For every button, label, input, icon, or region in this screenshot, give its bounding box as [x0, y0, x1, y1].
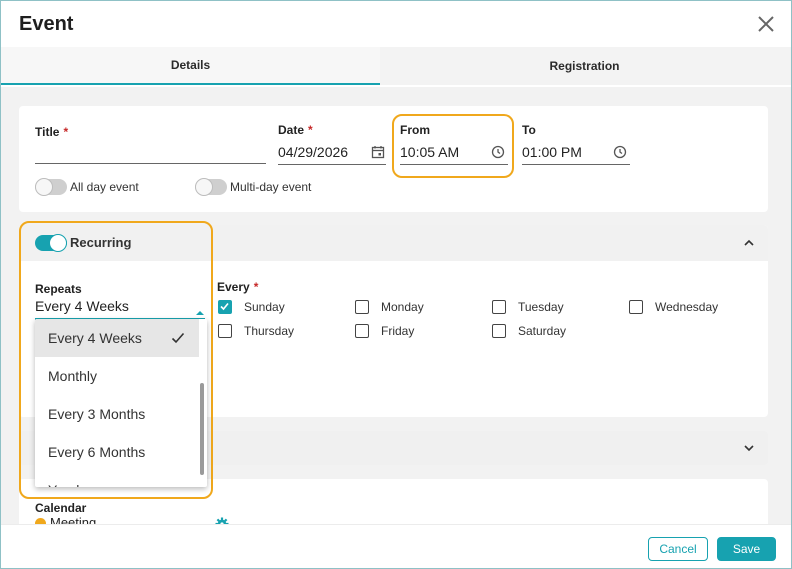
thursday-checkbox[interactable] [218, 324, 232, 338]
cancel-button[interactable]: Cancel [648, 537, 708, 561]
saturday-checkbox[interactable] [492, 324, 506, 338]
all-day-toggle[interactable] [35, 178, 67, 196]
to-underline [522, 164, 630, 165]
title-input[interactable] [35, 144, 266, 164]
clock-icon[interactable] [613, 145, 627, 159]
monday-checkbox[interactable] [355, 300, 369, 314]
dialog-title: Event [19, 13, 74, 35]
to-label: To [522, 123, 536, 137]
title-label: Title * [35, 125, 69, 139]
calendar-label: Calendar [35, 501, 87, 515]
repeats-option[interactable]: Every 6 Months [35, 433, 199, 471]
thursday-label: Thursday [244, 324, 295, 338]
wednesday-checkbox[interactable] [629, 300, 643, 314]
title-underline [35, 163, 266, 164]
repeats-option[interactable]: Every 3 Months [35, 395, 199, 433]
sunday-checkbox[interactable] [218, 300, 232, 314]
date-label: Date * [278, 123, 313, 137]
chevron-up-icon[interactable] [742, 236, 756, 250]
date-underline [278, 164, 386, 165]
multi-day-label: Multi-day event [230, 180, 312, 194]
chevron-down-icon[interactable] [742, 441, 756, 455]
dialog-footer: Cancel Save [1, 524, 791, 568]
gear-icon[interactable] [215, 517, 229, 524]
to-time-input[interactable]: 01:00 PM [522, 142, 630, 164]
date-input[interactable]: 04/29/2026 [278, 142, 386, 164]
tab-bar: Details Registration [1, 47, 791, 85]
tuesday-checkbox[interactable] [492, 300, 506, 314]
event-dialog: Event Details Registration Title * Date * … [0, 0, 792, 569]
save-button[interactable]: Save [717, 537, 776, 561]
repeats-option[interactable]: Every 4 Weeks [35, 319, 199, 357]
every-label: Every * [217, 280, 259, 294]
multi-day-toggle[interactable] [195, 178, 227, 196]
repeats-option[interactable]: Yearly [35, 471, 199, 487]
tab-registration[interactable]: Registration [380, 47, 789, 85]
calendar-select[interactable]: Meeting [35, 514, 205, 524]
tab-details[interactable]: Details [1, 47, 380, 85]
calendar-icon[interactable] [371, 145, 385, 159]
saturday-label: Saturday [518, 324, 567, 338]
repeats-option[interactable]: Monthly [35, 357, 199, 395]
sunday-label: Sunday [244, 300, 285, 314]
friday-checkbox[interactable] [355, 324, 369, 338]
wednesday-label: Wednesday [655, 300, 719, 314]
dropdown-scrollbar[interactable] [200, 383, 204, 475]
from-time-highlight [392, 114, 514, 178]
close-icon[interactable] [755, 13, 777, 35]
toggle-knob [35, 178, 53, 196]
all-day-label: All day event [70, 180, 139, 194]
toggle-knob [195, 178, 213, 196]
repeats-dropdown-list[interactable]: Every 4 Weeks Monthly Every 3 Months Eve… [35, 319, 207, 487]
tuesday-label: Tuesday [518, 300, 564, 314]
check-icon [171, 331, 185, 345]
monday-label: Monday [381, 300, 424, 314]
friday-label: Friday [381, 324, 415, 338]
